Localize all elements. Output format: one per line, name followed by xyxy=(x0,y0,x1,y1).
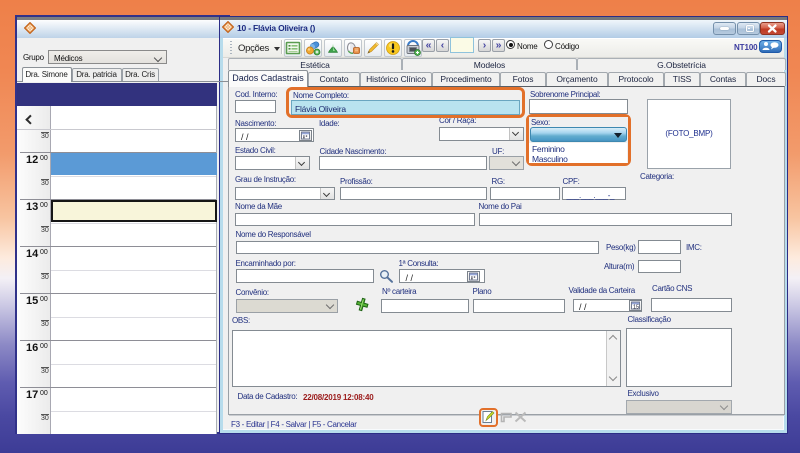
svg-text:15: 15 xyxy=(633,304,639,309)
